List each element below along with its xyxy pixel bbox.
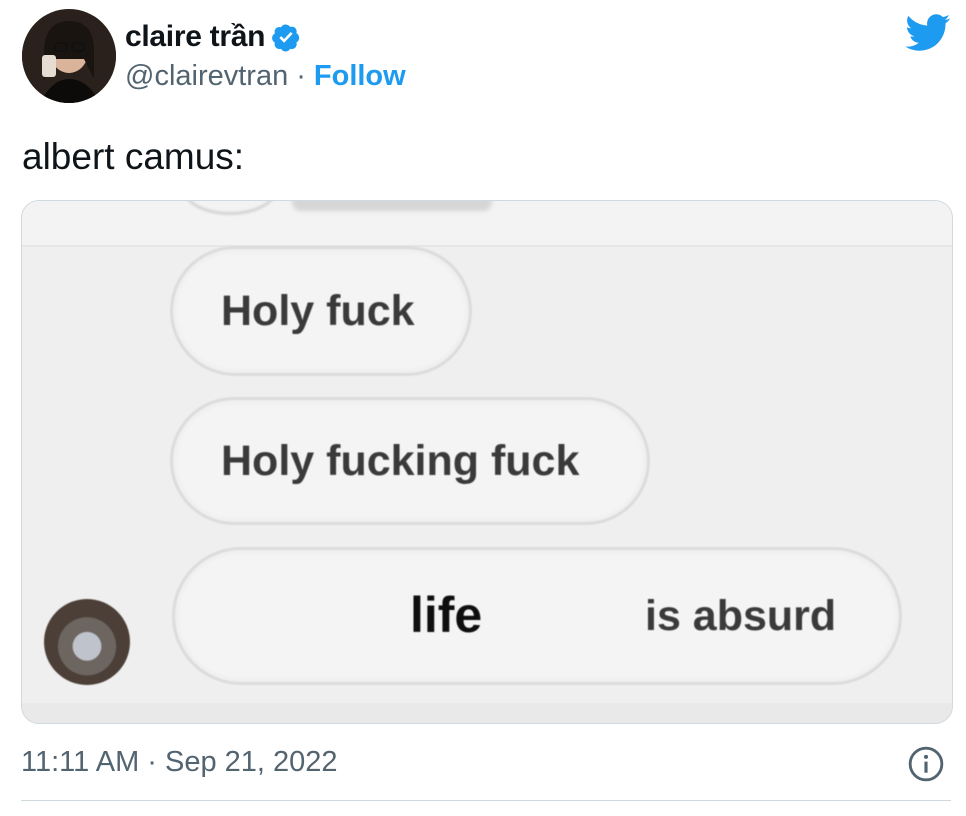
handle[interactable]: @clairevtran	[125, 60, 288, 93]
bubble-word-life: life	[410, 587, 483, 643]
message-bubble: Holy fuck	[170, 246, 472, 376]
sender-avatar	[44, 599, 130, 685]
tweet-timestamp[interactable]: 11:11 AM · Sep 21, 2022	[21, 746, 338, 779]
divider	[21, 800, 951, 801]
tweet-text: albert camus:	[22, 136, 245, 177]
avatar[interactable]	[22, 9, 116, 103]
message-bubble-last: life is absurd	[172, 547, 902, 685]
media-bottom-strip	[22, 703, 952, 723]
handle-row: @clairevtran · Follow	[125, 60, 406, 93]
info-icon[interactable]	[907, 745, 945, 783]
author-name-row: claire trần	[125, 20, 301, 54]
display-name[interactable]: claire trần	[125, 20, 265, 54]
twitter-bird-icon[interactable]	[905, 14, 951, 52]
avatar-image	[22, 9, 116, 103]
separator: ·	[296, 60, 306, 92]
bubble-text-is-absurd: is absurd	[645, 592, 837, 640]
follow-link[interactable]: Follow	[314, 60, 406, 93]
verified-badge-icon	[272, 24, 300, 52]
tweet-media-image[interactable]: Holy fuck Holy fucking fuck life is absu…	[21, 200, 953, 724]
message-bubble: Holy fucking fuck	[170, 397, 650, 525]
media-top-name	[292, 201, 492, 211]
